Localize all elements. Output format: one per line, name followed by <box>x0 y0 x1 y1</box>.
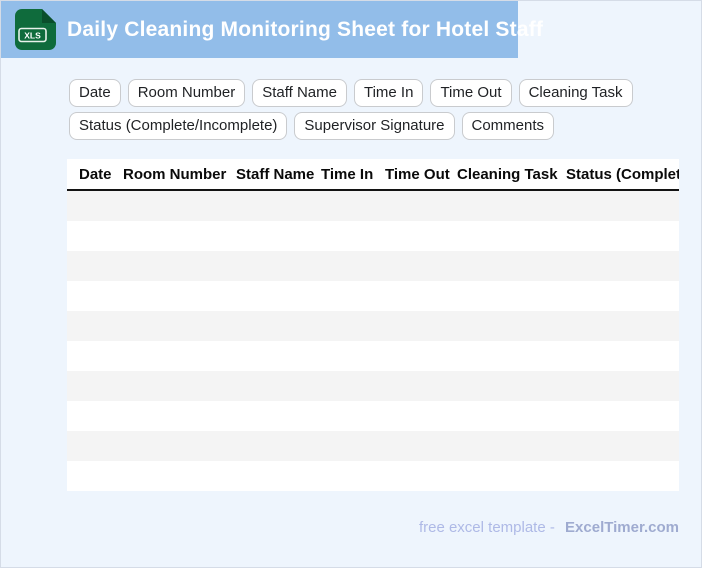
column-header: Date <box>79 165 112 183</box>
chips: Date Room Number Staff Name Time In Time Out… <box>69 79 669 140</box>
chip-comments: Comments <box>461 112 555 140</box>
table-row <box>67 191 679 221</box>
column-header: Room Number <box>123 165 227 183</box>
page-title: Daily Cleaning Monitoring Sheet for Hote… <box>67 17 544 41</box>
table-row <box>67 341 679 371</box>
footer: free excel template - ExcelTimer.com <box>419 519 679 536</box>
table-row <box>67 401 679 431</box>
column-header: Time In <box>321 165 374 183</box>
table-row <box>67 311 679 341</box>
table-row <box>67 431 679 461</box>
chip-supervisor-signature: Supervisor Signature <box>294 112 455 140</box>
title-bar: XLS Daily Cleaning Monitoring Sheet for … <box>1 1 543 58</box>
xls-file-icon: XLS <box>15 9 56 50</box>
table-row <box>67 251 679 281</box>
table-body <box>67 191 679 491</box>
chip-time-in: Time In <box>353 79 424 107</box>
table-row <box>67 371 679 401</box>
chip-room-number: Room Number <box>127 79 246 107</box>
column-header: Staff Name <box>236 165 315 183</box>
column-header: Status (Complete/Incomplete) <box>566 165 679 183</box>
xls-icon-label: XLS <box>24 31 41 41</box>
chip-staff-name: Staff Name <box>252 79 347 107</box>
column-header: Cleaning Task <box>457 165 558 183</box>
chip-cleaning-task: Cleaning Task <box>518 79 633 107</box>
chip-date: Date <box>69 79 121 107</box>
column-header: Time Out <box>385 165 450 183</box>
table-row <box>67 461 679 491</box>
footer-text: free excel template - <box>418 519 555 536</box>
page: XLS Daily Cleaning Monitoring Sheet for … <box>0 0 702 568</box>
monitoring-table: Date Room Number Staff Name Time In Time Out… <box>67 159 679 491</box>
chip-time-out: Time Out <box>430 79 512 107</box>
table-row <box>67 281 679 311</box>
table-header-row: Date Room Number Staff Name Time In Time Out… <box>67 159 679 191</box>
chip-status-complete-incomplete: Status (Complete/Incomplete) <box>69 112 288 140</box>
footer-brand-link[interactable]: ExcelTimer.com <box>565 519 679 536</box>
table-row <box>67 221 679 251</box>
